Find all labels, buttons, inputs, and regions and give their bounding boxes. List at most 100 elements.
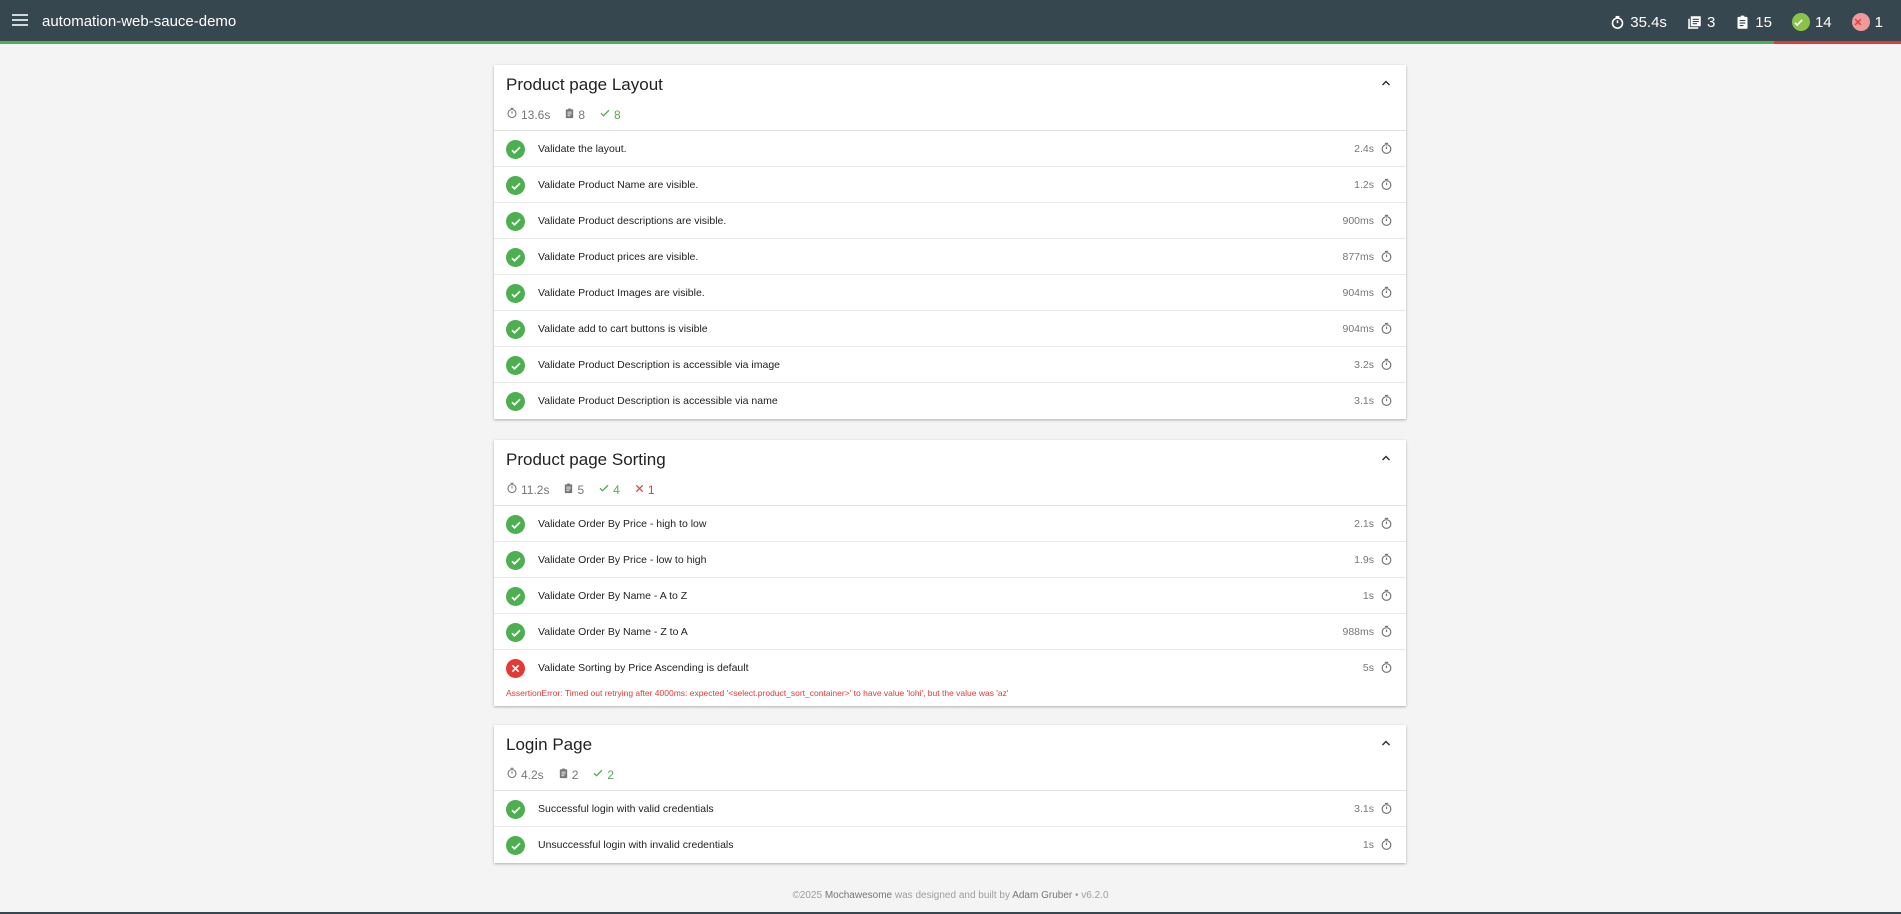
pass-status-icon bbox=[506, 836, 525, 855]
timer-icon bbox=[1380, 553, 1393, 571]
suite-header: Product page Layout 13.6s 8 8 bbox=[494, 65, 1406, 131]
footer: ©2025 Mochawesome was designed and built… bbox=[0, 890, 1901, 901]
timer-icon bbox=[1380, 394, 1393, 412]
test-duration: 900ms bbox=[1342, 215, 1374, 227]
check-icon bbox=[599, 107, 614, 122]
footer-text: was designed and built by bbox=[894, 890, 1010, 901]
pass-status-icon bbox=[506, 356, 525, 375]
test-duration: 1s bbox=[1362, 839, 1374, 851]
chevron-up-icon[interactable] bbox=[1380, 77, 1392, 89]
timer-icon bbox=[1380, 358, 1393, 376]
test-title: Validate the layout. bbox=[538, 143, 627, 155]
test-row[interactable]: Successful login with valid credentials 3… bbox=[494, 791, 1406, 827]
assignment-icon bbox=[563, 482, 577, 497]
test-row[interactable]: Validate Product Name are visible. 1.2s bbox=[494, 167, 1406, 203]
pass-status-icon bbox=[506, 212, 525, 231]
timer-icon bbox=[1380, 838, 1393, 856]
test-title: Validate Sorting by Price Ascending is d… bbox=[538, 662, 749, 674]
pass-status-icon bbox=[506, 320, 525, 339]
timer-icon bbox=[1380, 625, 1393, 643]
pass-status-icon bbox=[506, 248, 525, 267]
pass-status-icon bbox=[506, 587, 525, 606]
timer-icon bbox=[1380, 517, 1393, 535]
author-link[interactable]: Adam Gruber bbox=[1012, 890, 1072, 901]
test-row[interactable]: Validate Product Description is accessib… bbox=[494, 347, 1406, 383]
assignment-icon bbox=[1737, 15, 1748, 29]
test-row[interactable]: Unsuccessful login with invalid credenti… bbox=[494, 827, 1406, 863]
timer-icon bbox=[1380, 178, 1393, 196]
test-duration: 1.9s bbox=[1354, 554, 1374, 566]
test-duration: 3.1s bbox=[1354, 395, 1374, 407]
test-duration: 2.1s bbox=[1354, 518, 1374, 530]
summary-stats: 35.4s 3 15 14 1 bbox=[1590, 12, 1883, 32]
close-icon bbox=[634, 483, 648, 497]
timer-icon bbox=[1380, 286, 1393, 304]
suite-card: Product page Layout 13.6s 8 8 Validate the… bbox=[494, 65, 1406, 419]
fail-status-icon bbox=[506, 659, 525, 678]
footer-copyright: ©2025 bbox=[792, 890, 823, 901]
test-duration: 5s bbox=[1362, 662, 1374, 674]
timer-icon bbox=[1380, 322, 1393, 340]
test-title: Unsuccessful login with invalid credenti… bbox=[538, 839, 734, 851]
check-circle-icon bbox=[1791, 13, 1810, 31]
test-row[interactable]: Validate Product prices are visible. 877m… bbox=[494, 239, 1406, 275]
footer-version: • v6.2.0 bbox=[1075, 890, 1109, 901]
test-title: Successful login with valid credentials bbox=[538, 803, 714, 815]
suites-stat[interactable]: 3 bbox=[1687, 14, 1715, 31]
suite-title: Product page Layout bbox=[506, 75, 663, 94]
chevron-up-icon[interactable] bbox=[1380, 737, 1392, 749]
test-title: Validate Order By Price - high to low bbox=[538, 518, 707, 530]
suite-title: Product page Sorting bbox=[506, 450, 666, 469]
mochawesome-link[interactable]: Mochawesome bbox=[825, 890, 892, 901]
test-title: Validate Order By Name - Z to A bbox=[538, 626, 688, 638]
suite-summary: 11.2s 5 4 1 bbox=[506, 482, 669, 497]
suite-card: Login Page 4.2s 2 2 Successful login with … bbox=[494, 725, 1406, 863]
pass-status-icon bbox=[506, 800, 525, 819]
suite-header: Login Page 4.2s 2 2 bbox=[494, 725, 1406, 791]
test-title: Validate Order By Name - A to Z bbox=[538, 590, 688, 602]
chevron-up-icon[interactable] bbox=[1380, 452, 1392, 464]
test-row[interactable]: Validate add to cart buttons is visible 9… bbox=[494, 311, 1406, 347]
top-navbar: automation-web-sauce-demo 35.4s 3 15 14 … bbox=[0, 0, 1901, 44]
check-icon bbox=[598, 482, 613, 497]
pass-status-icon bbox=[506, 515, 525, 534]
test-title: Validate Product Description is accessib… bbox=[538, 359, 781, 371]
suite-card: Product page Sorting 11.2s 5 4 1 Validate O… bbox=[494, 440, 1406, 706]
test-row[interactable]: Validate Sorting by Price Ascending is d… bbox=[494, 650, 1406, 706]
test-row[interactable]: Validate Product descriptions are visibl… bbox=[494, 203, 1406, 239]
failures-stat[interactable]: 1 bbox=[1851, 13, 1883, 31]
fail-progress bbox=[1773, 41, 1901, 44]
test-title: Validate Product Description is accessib… bbox=[538, 395, 778, 407]
test-duration: 904ms bbox=[1342, 323, 1374, 335]
menu-icon[interactable] bbox=[12, 14, 28, 28]
suite-test-count: 2 bbox=[558, 768, 578, 782]
pass-status-icon bbox=[506, 140, 525, 159]
suite-duration: 11.2s bbox=[506, 482, 549, 497]
test-row[interactable]: Validate Product Images are visible. 904m… bbox=[494, 275, 1406, 311]
test-row[interactable]: Validate the layout. 2.4s bbox=[494, 131, 1406, 167]
test-row[interactable]: Validate Order By Price - low to high 1.9… bbox=[494, 542, 1406, 578]
suite-header: Product page Sorting 11.2s 5 4 1 bbox=[494, 440, 1406, 506]
duration-stat[interactable]: 35.4s bbox=[1610, 14, 1667, 31]
suite-fail-count: 1 bbox=[634, 483, 655, 497]
passes-stat[interactable]: 14 bbox=[1791, 13, 1832, 31]
suite-test-count: 5 bbox=[563, 483, 584, 497]
test-row[interactable]: Validate Order By Name - Z to A 988ms bbox=[494, 614, 1406, 650]
suite-pass-count: 4 bbox=[598, 482, 620, 497]
test-duration: 1.2s bbox=[1354, 179, 1374, 191]
assignment-icon bbox=[564, 107, 578, 122]
test-duration: 3.1s bbox=[1354, 803, 1374, 815]
suite-title: Login Page bbox=[506, 735, 593, 754]
suite-duration: 13.6s bbox=[506, 107, 550, 122]
test-title: Validate Product Images are visible. bbox=[538, 287, 705, 299]
passes-count: 14 bbox=[1814, 13, 1832, 31]
cancel-circle-icon bbox=[1851, 13, 1870, 31]
pass-status-icon bbox=[506, 623, 525, 642]
test-row[interactable]: Validate Product Description is accessib… bbox=[494, 383, 1406, 419]
tests-stat[interactable]: 15 bbox=[1735, 14, 1772, 31]
timer-icon bbox=[506, 107, 521, 122]
suite-summary: 13.6s 8 8 bbox=[506, 107, 635, 122]
test-duration: 1s bbox=[1362, 590, 1374, 602]
test-row[interactable]: Validate Order By Name - A to Z 1s bbox=[494, 578, 1406, 614]
test-row[interactable]: Validate Order By Price - high to low 2.1… bbox=[494, 506, 1406, 542]
